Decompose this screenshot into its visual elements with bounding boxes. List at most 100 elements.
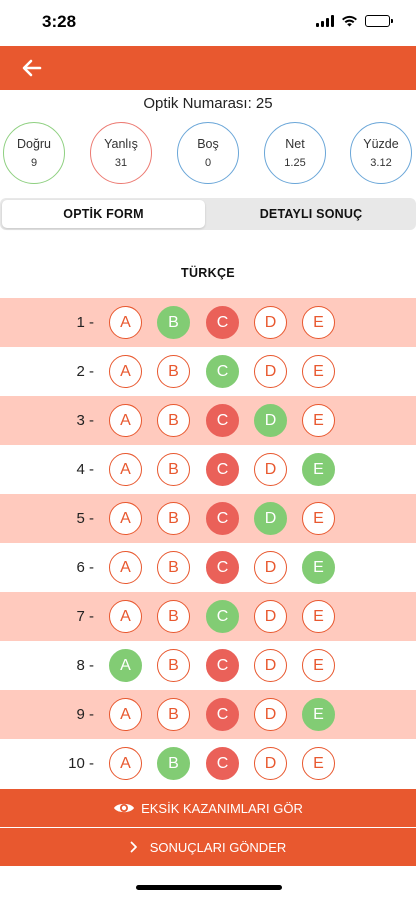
option-e[interactable]: E [302, 747, 335, 780]
tab-detayli-sonuc[interactable]: DETAYLI SONUÇ [208, 200, 414, 228]
option-e[interactable]: E [302, 355, 335, 388]
stat-value: 9 [30, 157, 38, 169]
option-c[interactable]: C [206, 649, 239, 682]
stat-label: Yanlış [104, 137, 138, 151]
question-number: 5 - [76, 510, 94, 527]
question-row: 5 - ABCDE [0, 494, 416, 543]
segmented-control: OPTİK FORM DETAYLI SONUÇ [0, 198, 416, 230]
question-number: 3 - [76, 412, 94, 429]
option-b[interactable]: B [157, 698, 190, 731]
stat-net: Net 1.25 [264, 122, 326, 184]
option-d[interactable]: D [254, 649, 287, 682]
option-b[interactable]: B [157, 306, 190, 339]
stat-dogru: Doğru 9 [3, 122, 65, 184]
option-b[interactable]: B [157, 355, 190, 388]
question-row: 4 - ABCDE [0, 445, 416, 494]
status-bar: 3:28 [0, 0, 416, 46]
question-row: 9 - ABCDE [0, 690, 416, 739]
option-c[interactable]: C [206, 404, 239, 437]
option-b[interactable]: B [157, 551, 190, 584]
option-d[interactable]: D [254, 600, 287, 633]
option-e[interactable]: E [302, 600, 335, 633]
stat-value: 1.25 [284, 157, 306, 169]
optik-number-label: Optik Numarası: 25 [143, 95, 273, 112]
option-e[interactable]: E [302, 306, 335, 339]
back-button[interactable] [16, 54, 48, 82]
option-d[interactable]: D [254, 355, 287, 388]
eksik-kazanimlar-label: EKSİK KAZANIMLARI GÖR [141, 800, 303, 816]
tab-optik-form[interactable]: OPTİK FORM [2, 200, 205, 228]
stat-yuzde: Yüzde 3.12 [350, 122, 412, 184]
option-d[interactable]: D [254, 551, 287, 584]
eksik-kazanimlar-button[interactable]: EKSİK KAZANIMLARI GÖR [0, 789, 416, 827]
stat-value: 31 [114, 157, 128, 169]
option-e[interactable]: E [302, 404, 335, 437]
option-d[interactable]: D [254, 306, 287, 339]
question-row: 8 - ABCDE [0, 641, 416, 690]
battery-icon [365, 15, 393, 27]
stat-value: 3.12 [370, 157, 392, 169]
option-a[interactable]: A [109, 502, 142, 535]
arrow-left-icon [22, 59, 42, 77]
option-b[interactable]: B [157, 404, 190, 437]
option-d[interactable]: D [254, 404, 287, 437]
question-number: 2 - [76, 363, 94, 380]
option-a[interactable]: A [109, 649, 142, 682]
option-c[interactable]: C [206, 355, 239, 388]
option-a[interactable]: A [109, 306, 142, 339]
sonuclari-gonder-button[interactable]: SONUÇLARI GÖNDER [0, 828, 416, 866]
option-c[interactable]: C [206, 600, 239, 633]
option-b[interactable]: B [157, 649, 190, 682]
option-e[interactable]: E [302, 698, 335, 731]
option-a[interactable]: A [109, 698, 142, 731]
header-bar [0, 46, 416, 90]
option-a[interactable]: A [109, 747, 142, 780]
option-d[interactable]: D [254, 698, 287, 731]
option-b[interactable]: B [157, 747, 190, 780]
home-indicator [136, 885, 282, 890]
option-e[interactable]: E [302, 453, 335, 486]
answer-sheet: 1 -ABCDE2 -ABCDE3 -ABCDE4 -ABCDE5 -ABCDE… [0, 298, 416, 788]
question-row: 10 - ABCDE [0, 739, 416, 788]
option-e[interactable]: E [302, 551, 335, 584]
stat-value: 0 [204, 157, 212, 169]
question-number: 8 - [76, 657, 94, 674]
option-e[interactable]: E [302, 502, 335, 535]
section-title: TÜRKÇE [181, 266, 235, 280]
option-a[interactable]: A [109, 551, 142, 584]
question-number: 10 - [68, 755, 94, 772]
question-number: 4 - [76, 461, 94, 478]
option-e[interactable]: E [302, 649, 335, 682]
option-c[interactable]: C [206, 747, 239, 780]
status-icons [316, 15, 393, 27]
question-row: 7 - ABCDE [0, 592, 416, 641]
option-d[interactable]: D [254, 453, 287, 486]
stat-label: Doğru [16, 137, 52, 151]
option-c[interactable]: C [206, 502, 239, 535]
option-a[interactable]: A [109, 453, 142, 486]
option-a[interactable]: A [109, 600, 142, 633]
optik-number: Optik Numarası: 25 [0, 95, 416, 112]
stat-label: Net [285, 137, 305, 151]
option-a[interactable]: A [109, 355, 142, 388]
stat-yanlis: Yanlış 31 [90, 122, 152, 184]
stat-label: Yüzde [363, 137, 399, 151]
option-d[interactable]: D [254, 502, 287, 535]
option-c[interactable]: C [206, 698, 239, 731]
sonuclari-gonder-label: SONUÇLARI GÖNDER [149, 839, 287, 855]
option-c[interactable]: C [206, 306, 239, 339]
stat-label: Boş [197, 137, 219, 151]
question-row: 1 - ABCDE [0, 298, 416, 347]
option-c[interactable]: C [206, 453, 239, 486]
question-row: 2 - ABCDE [0, 347, 416, 396]
option-c[interactable]: C [206, 551, 239, 584]
question-number: 7 - [76, 608, 94, 625]
option-a[interactable]: A [109, 404, 142, 437]
option-d[interactable]: D [254, 747, 287, 780]
option-b[interactable]: B [157, 502, 190, 535]
option-b[interactable]: B [157, 453, 190, 486]
wifi-icon [342, 15, 357, 27]
stats-row: Doğru 9 Yanlış 31 Boş 0 Net 1.25 Yüzde 3… [0, 122, 416, 184]
option-b[interactable]: B [157, 600, 190, 633]
question-number: 9 - [76, 706, 94, 723]
